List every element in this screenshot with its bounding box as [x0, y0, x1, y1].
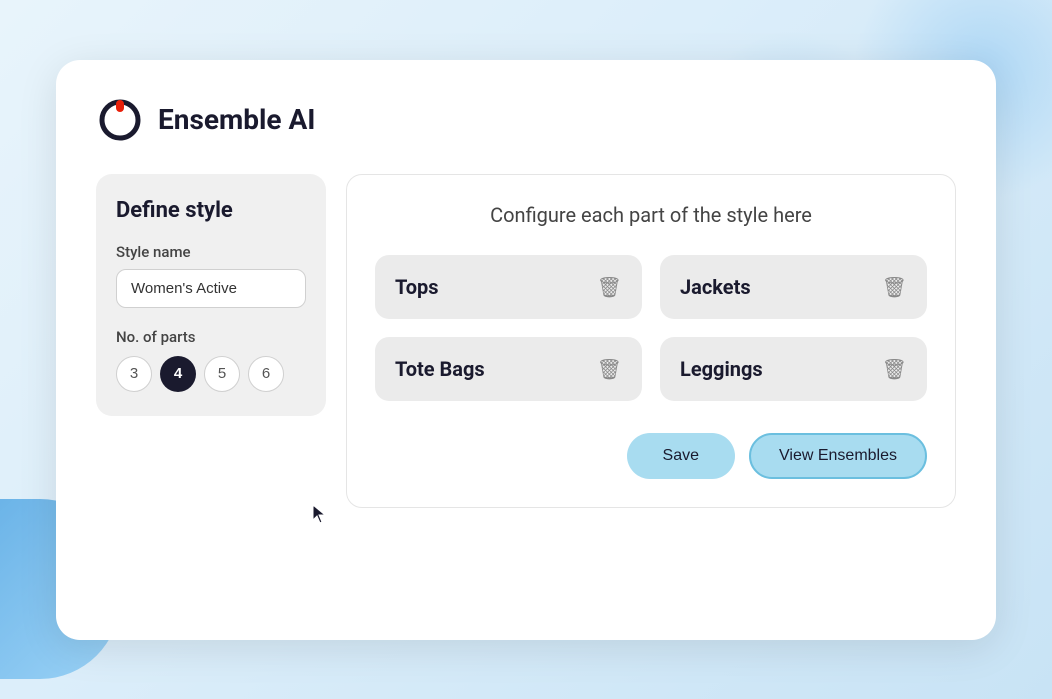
- left-panel: Define style Style name No. of parts 3 4…: [96, 174, 326, 416]
- trash-icon-tops[interactable]: 🗑: [597, 275, 622, 299]
- style-name-input[interactable]: [116, 269, 306, 308]
- app-title: Ensemble AI: [158, 103, 315, 136]
- part-name-leggings: Leggings: [680, 357, 763, 381]
- view-ensembles-button[interactable]: View Ensembles: [749, 433, 927, 479]
- parts-option-6[interactable]: 6: [248, 356, 284, 392]
- main-content: Define style Style name No. of parts 3 4…: [96, 174, 956, 508]
- action-buttons: Save View Ensembles: [375, 433, 927, 479]
- trash-icon-tote-bags[interactable]: 🗑: [597, 357, 622, 381]
- configure-title: Configure each part of the style here: [375, 203, 927, 227]
- app-logo: [96, 96, 144, 144]
- right-panel: Configure each part of the style here To…: [346, 174, 956, 508]
- trash-icon-jackets[interactable]: 🗑: [882, 275, 907, 299]
- parts-option-4[interactable]: 4: [160, 356, 196, 392]
- header: Ensemble AI: [96, 96, 956, 144]
- cursor: [311, 503, 329, 525]
- part-name-tops: Tops: [395, 275, 439, 299]
- parts-selector: 3 4 5 6: [116, 356, 306, 392]
- parts-grid: Tops 🗑 Jackets 🗑 Tote Bags 🗑 Leggings 🗑: [375, 255, 927, 401]
- parts-option-5[interactable]: 5: [204, 356, 240, 392]
- trash-icon-leggings[interactable]: 🗑: [882, 357, 907, 381]
- part-card-jackets: Jackets 🗑: [660, 255, 927, 319]
- save-button[interactable]: Save: [627, 433, 735, 479]
- main-card: Ensemble AI Define style Style name No. …: [56, 60, 996, 640]
- part-card-tote-bags: Tote Bags 🗑: [375, 337, 642, 401]
- panel-title: Define style: [116, 198, 306, 223]
- parts-option-3[interactable]: 3: [116, 356, 152, 392]
- part-card-tops: Tops 🗑: [375, 255, 642, 319]
- part-name-tote-bags: Tote Bags: [395, 357, 485, 381]
- parts-label: No. of parts: [116, 328, 306, 346]
- style-name-label: Style name: [116, 243, 306, 261]
- part-name-jackets: Jackets: [680, 275, 751, 299]
- part-card-leggings: Leggings 🗑: [660, 337, 927, 401]
